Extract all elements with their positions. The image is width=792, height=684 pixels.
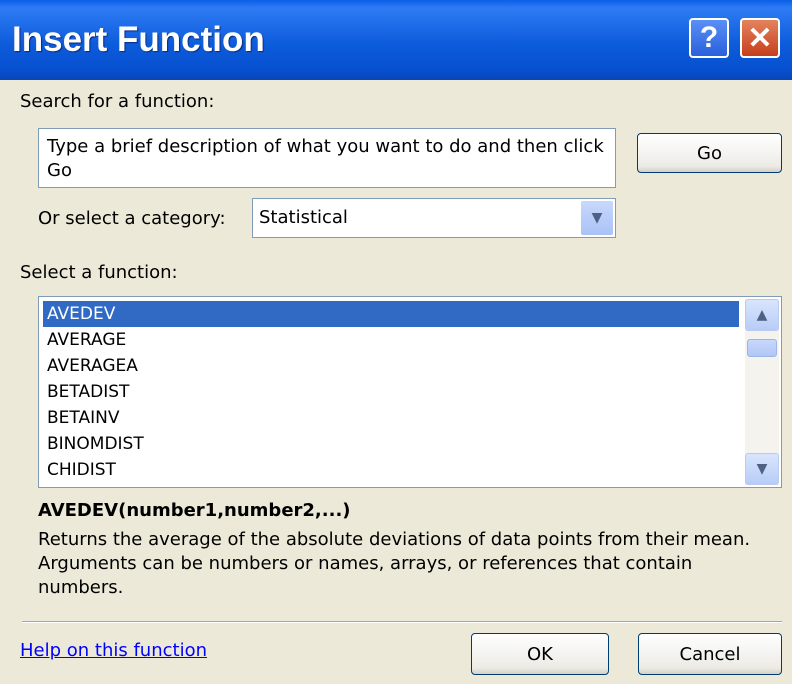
list-item-betadist[interactable]: BETADIST [43, 379, 739, 405]
close-button[interactable]: ✕ [740, 18, 780, 58]
insert-function-dialog: Insert Function ? ✕ Search for a functio… [0, 0, 792, 684]
search-input[interactable]: Type a brief description of what you wan… [38, 128, 616, 188]
category-select[interactable]: Statistical ▼ [252, 198, 616, 238]
function-list[interactable]: AVEDEV AVERAGE AVERAGEA BETADIST BETAINV… [38, 296, 782, 488]
function-list-label: Select a function: [20, 262, 178, 283]
list-item-betainv[interactable]: BETAINV [43, 405, 739, 431]
title-bar[interactable]: Insert Function ? ✕ [0, 0, 792, 80]
ok-button[interactable]: OK [471, 633, 609, 675]
list-item-binomdist[interactable]: BINOMDIST [43, 431, 739, 457]
list-item-average[interactable]: AVERAGE [43, 327, 739, 353]
cancel-button-label: Cancel [679, 643, 741, 665]
go-button[interactable]: Go [637, 133, 782, 173]
category-label: Or select a category: [38, 208, 226, 229]
help-on-function-link[interactable]: Help on this function [20, 640, 207, 661]
list-item-averagea[interactable]: AVERAGEA [43, 353, 739, 379]
ok-button-label: OK [527, 643, 553, 665]
list-item-chidist[interactable]: CHIDIST [43, 457, 739, 483]
chevron-down-icon[interactable]: ▼ [745, 453, 779, 485]
scrollbar-thumb[interactable] [747, 339, 777, 357]
help-icon: ? [699, 21, 719, 54]
chevron-up-icon[interactable]: ▲ [745, 299, 779, 331]
category-value: Statistical [259, 207, 348, 228]
list-item-avedev[interactable]: AVEDEV [43, 301, 739, 327]
go-button-label: Go [697, 142, 722, 164]
list-scrollbar[interactable]: ▲ ▼ [745, 299, 779, 485]
divider [22, 621, 782, 623]
help-button[interactable]: ? [689, 18, 729, 58]
function-description: Returns the average of the absolute devi… [38, 529, 751, 598]
chevron-down-icon[interactable]: ▼ [581, 201, 613, 235]
cancel-button[interactable]: Cancel [638, 633, 782, 675]
function-signature: AVEDEV(number1,number2,...) [38, 500, 351, 521]
window-title: Insert Function [12, 20, 265, 59]
search-label: Search for a function: [20, 91, 215, 112]
close-icon: ✕ [747, 21, 773, 55]
